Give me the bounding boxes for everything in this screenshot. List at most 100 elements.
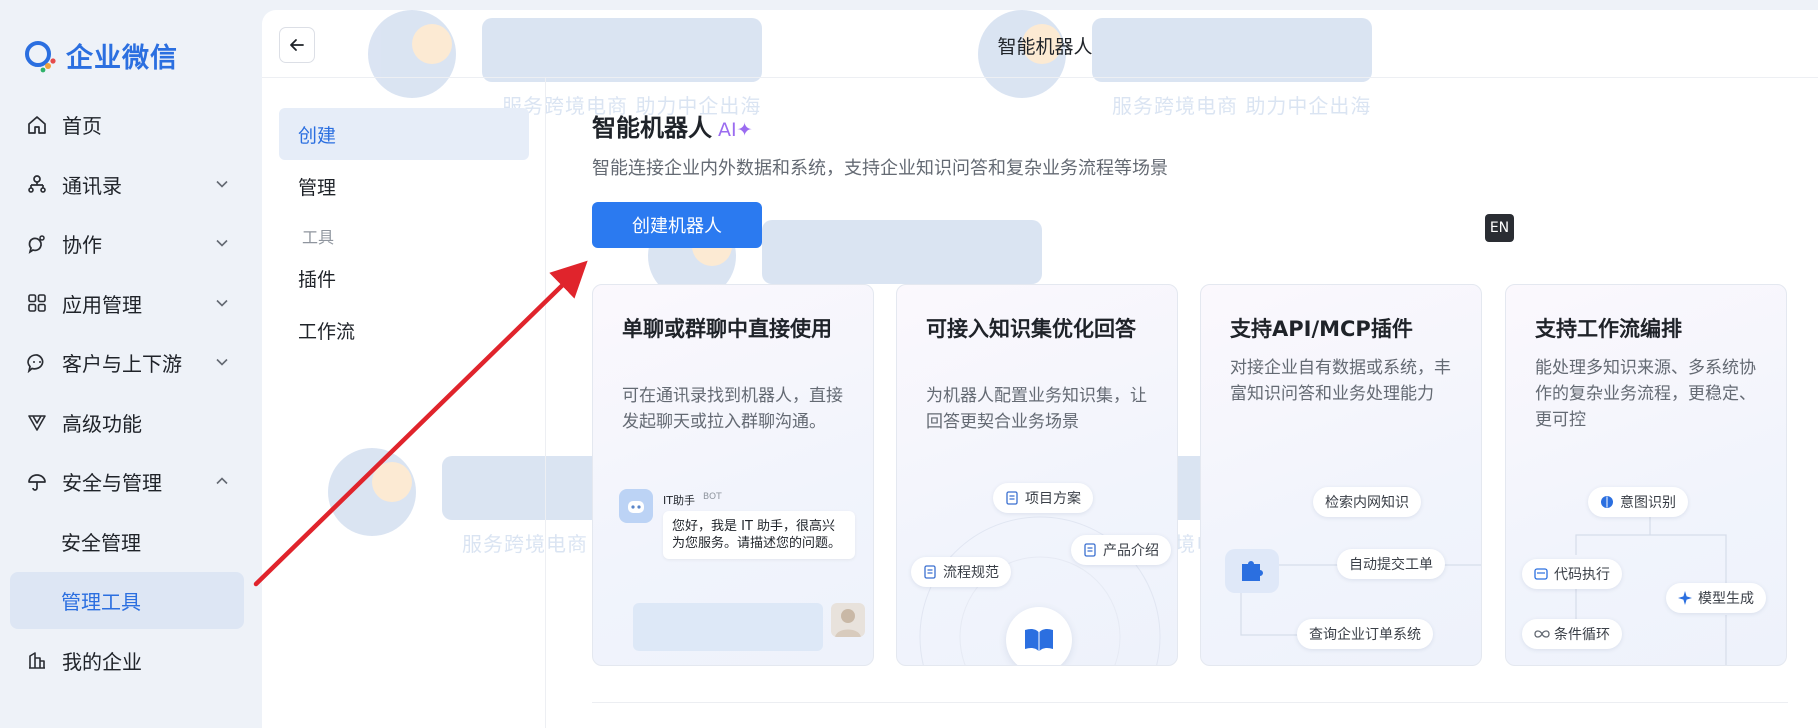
sidebar-item-customers[interactable]: 客户与上下游 [10,334,244,391]
page-title: 智能机器人 AI✦ [592,108,753,143]
page-title-text: 智能机器人 [592,114,712,142]
sidebar: 企业微信 首页 通讯录 协作 应用管理 客户与上下游 高级功能 安全与管理 安全… [0,0,262,728]
subnav-manage[interactable]: 管理 [279,160,529,212]
sidebar-item-label: 通讯录 [62,173,122,198]
language-badge[interactable]: EN [1485,214,1514,242]
code-icon [1534,567,1548,581]
ai-badge: AI✦ [718,119,753,141]
sidebar-item-label: 应用管理 [62,292,142,317]
feature-card-chat: 单聊或群聊中直接使用 可在通讯录找到机器人，直接发起聊天或拉入群聊沟通。 IT助… [592,284,874,666]
home-icon [26,114,48,136]
subnav-workflow[interactable]: 工作流 [279,304,529,356]
sidebar-item-advanced[interactable]: 高级功能 [10,394,244,451]
document-icon [1005,491,1019,505]
contacts-icon [26,173,48,195]
pill-label: 意图识别 [1620,495,1676,511]
feature-card-workflow: 支持工作流编排 能处理多知识来源、多系统协作的复杂业务流程，更稳定、更可控 意图… [1505,284,1787,666]
subnav-plugins[interactable]: 插件 [279,252,529,304]
pill-label: 流程规范 [943,565,999,581]
feature-card-plugins: 支持API/MCP插件 对接企业自有数据或系统，丰富知识问答和业务处理能力 检索… [1200,284,1482,666]
building-icon [26,649,48,671]
pill-label: 自动提交工单 [1349,557,1433,573]
watermark-text: 服务跨境电商 助力中企出海 [1112,94,1372,118]
bot-tag: BOT [702,492,722,502]
diamond-icon [26,411,48,433]
input-placeholder-bar [633,603,823,651]
feature-cards: 单聊或群聊中直接使用 可在通讯录找到机器人，直接发起聊天或拉入群聊沟通。 IT助… [592,284,1792,666]
sparkle-icon [1678,591,1692,605]
subnav-create[interactable]: 创建 [279,108,529,160]
sidebar-item-contacts[interactable]: 通讯录 [10,156,244,213]
bot-name: IT助手 BOT [663,492,722,508]
sidebar-item-home[interactable]: 首页 [10,96,244,153]
sidebar-item-app-management[interactable]: 应用管理 [10,275,244,332]
sidebar-item-label: 客户与上下游 [62,352,182,376]
sidebar-item-label: 安全管理 [61,530,141,555]
sidebar-item-label: 高级功能 [62,411,142,436]
knowledge-pill: 产品介绍 [1071,535,1171,565]
sidebar-item-label: 我的企业 [62,649,142,674]
book-icon [1006,607,1072,665]
pill-label: 产品介绍 [1103,543,1159,559]
page-description: 智能连接企业内外数据和系统，支持企业知识问答和复杂业务流程等场景 [592,158,1168,179]
plugin-pill: 自动提交工单 [1337,549,1445,579]
main-panel: 服务跨境电商 助力中企出海 服务跨境电商 助力中企出海 服务跨境电商 助力中企出… [262,10,1818,728]
sidebar-item-label: 协作 [62,233,102,257]
card-title: 单聊或群聊中直接使用 [622,317,832,341]
bot-message: 您好，我是 IT 助手，很高兴为您服务。请描述您的问题。 [663,511,855,559]
collaboration-icon [26,233,48,255]
pill-label: 条件循环 [1554,627,1610,643]
user-avatar [831,603,865,637]
sidebar-nav: 首页 通讯录 协作 应用管理 客户与上下游 高级功能 安全与管理 安全管理 管理… [10,96,244,691]
bot-name-text: IT助手 [663,494,695,507]
chevron-down-icon [216,239,228,247]
app-logo[interactable]: 企业微信 [22,36,178,75]
sidebar-item-security-management[interactable]: 安全与管理 [10,453,244,510]
sidebar-item-label: 安全与管理 [62,471,162,495]
sidebar-subitem-admin-tools[interactable]: 管理工具 [10,572,244,629]
divider [592,702,1788,703]
plugin-connectors [1240,564,1481,636]
document-icon [923,565,937,579]
brain-icon [1600,495,1614,509]
create-robot-button[interactable]: 创建机器人 [592,202,762,248]
secondary-nav: 创建 管理 工具 插件 工作流 [262,78,546,728]
umbrella-icon [26,471,48,493]
workflow-pill: 代码执行 [1522,559,1622,589]
robot-icon [628,501,644,513]
bot-avatar [619,489,653,523]
feature-card-knowledge: 可接入知识集优化回答 为机器人配置业务知识集，让回答更契合业务场景 项目方案 产… [896,284,1178,666]
workflow-pill: 条件循环 [1522,619,1622,649]
top-bar: 智能机器人 [262,10,1818,78]
plugin-pill: 检索内网知识 [1313,487,1421,517]
sidebar-item-collaboration[interactable]: 协作 [10,215,244,272]
page-header-title: 智能机器人 [997,36,1093,58]
apps-grid-icon [26,292,48,314]
chevron-up-icon [216,477,228,485]
sidebar-item-label: 管理工具 [61,590,141,614]
logo-text: 企业微信 [66,43,178,74]
plugin-pill: 查询企业订单系统 [1297,619,1433,649]
wecom-logo-icon [22,38,58,74]
subnav-section-tools: 工具 [302,228,335,247]
pill-label: 查询企业订单系统 [1309,627,1421,643]
workflow-pill: 意图识别 [1588,487,1688,517]
sidebar-item-my-company[interactable]: 我的企业 [10,632,244,689]
puzzle-icon [1225,549,1279,593]
knowledge-pill: 项目方案 [993,483,1093,513]
knowledge-pill: 流程规范 [911,557,1011,587]
pill-label: 项目方案 [1025,491,1081,507]
chevron-down-icon [216,180,228,188]
pill-label: 模型生成 [1698,591,1754,607]
loop-icon [1534,627,1550,641]
card-description: 可在通讯录找到机器人，直接发起聊天或拉入群聊沟通。 [622,386,843,432]
document-icon [1083,543,1097,557]
pill-label: 检索内网知识 [1325,495,1409,511]
chat-bubble-icon [26,352,48,374]
pill-label: 代码执行 [1554,567,1610,583]
sidebar-subitem-security[interactable]: 安全管理 [10,513,244,570]
chevron-down-icon [216,299,228,307]
sidebar-item-label: 首页 [62,114,102,138]
workflow-pill: 模型生成 [1666,583,1766,613]
chevron-down-icon [216,358,228,366]
